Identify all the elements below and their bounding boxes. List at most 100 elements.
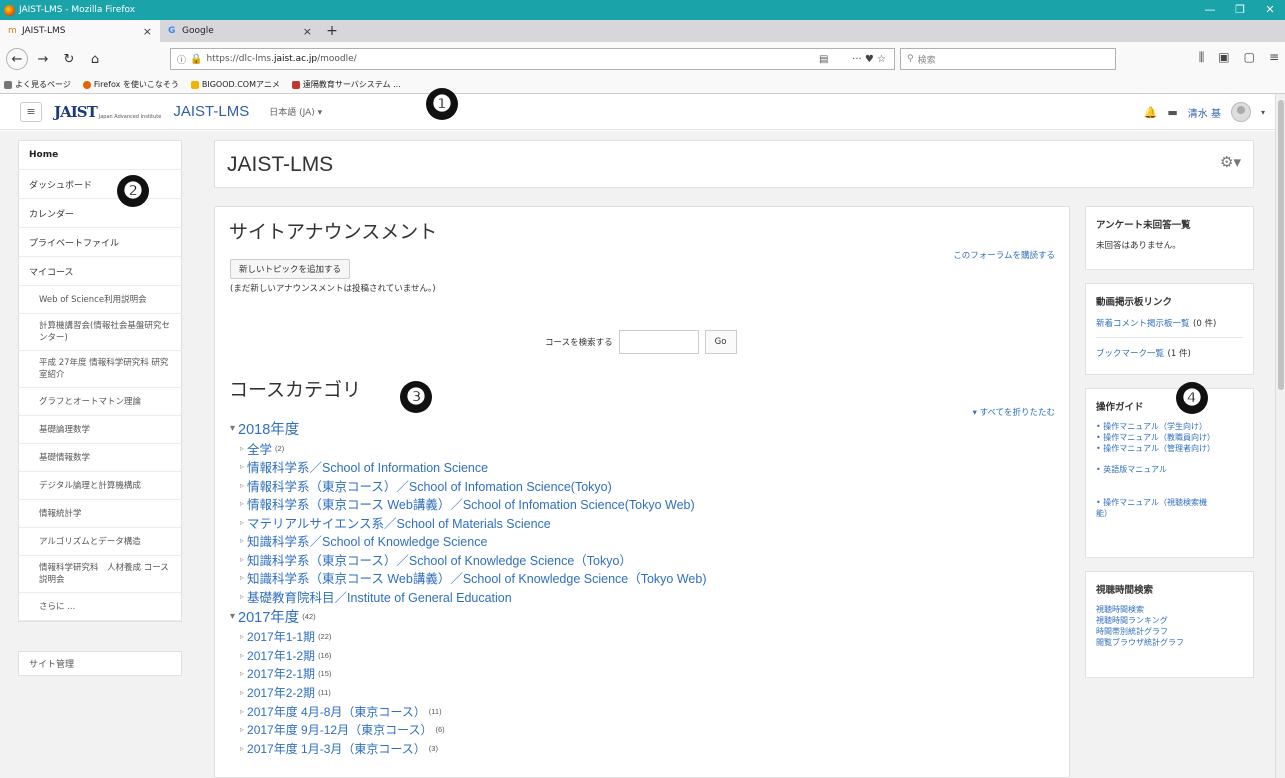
bookmarks-link[interactable]: ブックマーク一覧: [1096, 349, 1164, 359]
minimize-button[interactable]: —: [1195, 0, 1225, 20]
info-icon[interactable]: ⓘ: [177, 53, 186, 66]
nav-item[interactable]: Home: [19, 141, 181, 170]
search-input[interactable]: ⚲ 検索: [900, 48, 1116, 70]
browser-stats-link[interactable]: 閲覧ブラウザ統計グラフ: [1096, 637, 1243, 648]
home-icon[interactable]: ⌂: [84, 48, 106, 70]
scrollbar-thumb[interactable]: [1278, 100, 1284, 390]
library-icon[interactable]: ⫼: [1199, 50, 1205, 65]
collapsed-arrow-icon[interactable]: ▹: [240, 669, 244, 678]
nav-item[interactable]: さらに ...: [19, 593, 181, 621]
category-row[interactable]: ▹ 2017年1-1期 (22): [230, 628, 1050, 647]
user-menu-caret-icon[interactable]: ▾: [1261, 108, 1265, 117]
category-row[interactable]: ▹ マテリアルサイエンス系／School of Materials Science: [230, 513, 1050, 532]
category-label[interactable]: 2018年度: [238, 418, 299, 439]
go-button[interactable]: Go: [704, 330, 737, 354]
nav-item[interactable]: Web of Science利用説明会: [19, 286, 181, 314]
category-label[interactable]: 知識科学系（東京コース）／School of Knowledge Science…: [247, 550, 632, 569]
close-window-button[interactable]: ✕: [1255, 0, 1285, 20]
collapsed-arrow-icon[interactable]: ▹: [240, 725, 244, 734]
collapsed-arrow-icon[interactable]: ▹: [240, 688, 244, 697]
collapsed-arrow-icon[interactable]: ▹: [240, 499, 244, 508]
category-label[interactable]: 2017年1-2期: [247, 647, 315, 664]
tab-jaist-lms[interactable]: m JAIST-LMS ×: [0, 20, 160, 42]
notification-bell-icon[interactable]: 🔔: [1144, 106, 1158, 119]
nav-item[interactable]: 計算機講習会(情報社会基盤研究センター): [19, 314, 181, 351]
category-row[interactable]: ▹ 知識科学系（東京コース Web講義）／School of Knowledge …: [230, 569, 1050, 588]
menu-icon[interactable]: ≡: [1269, 50, 1279, 65]
category-label[interactable]: 情報科学系（東京コース Web講義）／School of Infomation …: [247, 494, 695, 513]
category-row[interactable]: ▹ 2017年1-2期 (16): [230, 646, 1050, 665]
nav-item[interactable]: カレンダー: [19, 199, 181, 228]
nav-item[interactable]: アルゴリズムとデータ構造: [19, 528, 181, 556]
close-tab-icon[interactable]: ×: [303, 25, 312, 38]
nav-item[interactable]: 基礎情報数学: [19, 444, 181, 472]
category-label[interactable]: 知識科学系／School of Knowledge Science: [247, 531, 487, 550]
collapsed-arrow-icon[interactable]: ▹: [240, 555, 244, 564]
collapsed-arrow-icon[interactable]: ▹: [240, 518, 244, 527]
collapsed-arrow-icon[interactable]: ▹: [240, 536, 244, 545]
category-label[interactable]: 基礎教育院科目／Institute of General Education: [247, 587, 512, 606]
nav-item[interactable]: 情報科学研究科 人材養成 コース説明会: [19, 556, 181, 593]
category-label[interactable]: 2017年1-1期: [247, 628, 315, 645]
category-row[interactable]: ▹ 全学 (2): [230, 439, 1050, 458]
bookmark-most-visited[interactable]: よく見るページ: [4, 79, 71, 90]
guide-link-viewing-search[interactable]: • 操作マニュアル（視聴検索機能）: [1096, 497, 1211, 519]
language-menu[interactable]: 日本語 (JA) ▾: [269, 105, 322, 118]
nav-item[interactable]: グラフとオートマトン理論: [19, 388, 181, 416]
url-bar[interactable]: ⓘ 🔒 https://dlc-lms. jaist.ac.jp/moodle/ …: [170, 48, 895, 70]
category-row[interactable]: ▹ 情報科学系／School of Information Science: [230, 458, 1050, 477]
new-tab-button[interactable]: +: [320, 20, 344, 42]
back-icon[interactable]: ←: [6, 48, 28, 70]
category-label[interactable]: 2017年度 4月-8月（東京コース）: [247, 703, 426, 720]
category-label[interactable]: 全学: [247, 439, 272, 458]
bookmark-bigood[interactable]: BIGOOD.COMアニメ: [190, 79, 280, 90]
reload-icon[interactable]: ↻: [58, 48, 80, 70]
expand-arrow-icon[interactable]: ▾: [230, 423, 235, 434]
category-row[interactable]: ▹ 2017年度 1月-3月（東京コース） (3): [230, 739, 1050, 758]
site-logo[interactable]: JAIST Japan Advanced Institute: [54, 103, 161, 121]
category-row[interactable]: ▹ 情報科学系（東京コース Web講義）／School of Infomation…: [230, 495, 1050, 514]
forward-icon[interactable]: →: [32, 48, 54, 70]
category-row[interactable]: ▹ 2017年度 4月-8月（東京コース） (11): [230, 702, 1050, 721]
category-label[interactable]: 情報科学系（東京コース）／School of Infomation Scienc…: [247, 476, 612, 495]
category-label[interactable]: 2017年2-2期: [247, 684, 315, 701]
viewing-time-search-link[interactable]: 視聴時間検索: [1096, 604, 1243, 615]
guide-link-student[interactable]: • 操作マニュアル（学生向け）: [1096, 421, 1243, 432]
nav-item[interactable]: 情報統計学: [19, 500, 181, 528]
category-label[interactable]: マテリアルサイエンス系／School of Materials Science: [247, 513, 551, 532]
category-row[interactable]: ▹ 2017年2-2期 (11): [230, 683, 1050, 702]
add-topic-button[interactable]: 新しいトピックを追加する: [230, 259, 351, 279]
collapsed-arrow-icon[interactable]: ▹: [240, 744, 244, 753]
user-name[interactable]: 清水 基: [1188, 105, 1221, 120]
nav-item[interactable]: 平成 27年度 情報科学研究科 研究室紹介: [19, 351, 181, 388]
category-label[interactable]: 情報科学系／School of Information Science: [247, 457, 488, 476]
collapsed-arrow-icon[interactable]: ▹: [240, 592, 244, 601]
nav-item[interactable]: デジタル論理と計算機構成: [19, 472, 181, 500]
collapsed-arrow-icon[interactable]: ▹: [240, 707, 244, 716]
bookmark-firefox-tips[interactable]: Firefox を使いこなそう: [82, 79, 179, 90]
bookmark-remote-education[interactable]: 遠隔教育サーバシステム ...: [291, 79, 401, 90]
category-row[interactable]: ▹ 2017年2-1期 (15): [230, 665, 1050, 684]
page-actions[interactable]: ··· ♥ ☆: [852, 54, 886, 65]
reader-view-icon[interactable]: ▤: [819, 54, 828, 65]
guide-link-english[interactable]: • 英語版マニュアル: [1096, 464, 1243, 475]
collapsed-arrow-icon[interactable]: ▹: [240, 632, 244, 641]
collapsed-arrow-icon[interactable]: ▹: [240, 462, 244, 471]
category-row[interactable]: ▹ 2017年度 9月-12月（東京コース） (6): [230, 720, 1050, 739]
gear-icon[interactable]: ⚙▾: [1220, 153, 1241, 171]
hourly-stats-link[interactable]: 時間帯別統計グラフ: [1096, 626, 1243, 637]
category-year-row[interactable]: ▾ 2017年度 (42): [230, 606, 1050, 628]
message-icon[interactable]: ▬: [1167, 106, 1177, 119]
guide-link-admin[interactable]: • 操作マニュアル（管理者向け）: [1096, 443, 1243, 454]
nav-site-admin[interactable]: サイト管理: [18, 651, 182, 676]
collapsed-arrow-icon[interactable]: ▹: [240, 481, 244, 490]
sidebar-icon[interactable]: ▣: [1218, 50, 1229, 65]
collapsed-arrow-icon[interactable]: ▹: [240, 651, 244, 660]
collapsed-arrow-icon[interactable]: ▹: [240, 573, 244, 582]
course-search-input[interactable]: [618, 330, 699, 354]
subscribe-forum-link[interactable]: このフォーラムを購読する: [953, 249, 1055, 261]
viewing-time-ranking-link[interactable]: 視聴時間ランキング: [1096, 615, 1243, 626]
category-row[interactable]: ▹ 知識科学系（東京コース）／School of Knowledge Scienc…: [230, 550, 1050, 569]
category-label[interactable]: 2017年度: [238, 606, 299, 627]
category-label[interactable]: 2017年度 9月-12月（東京コース）: [247, 721, 432, 738]
